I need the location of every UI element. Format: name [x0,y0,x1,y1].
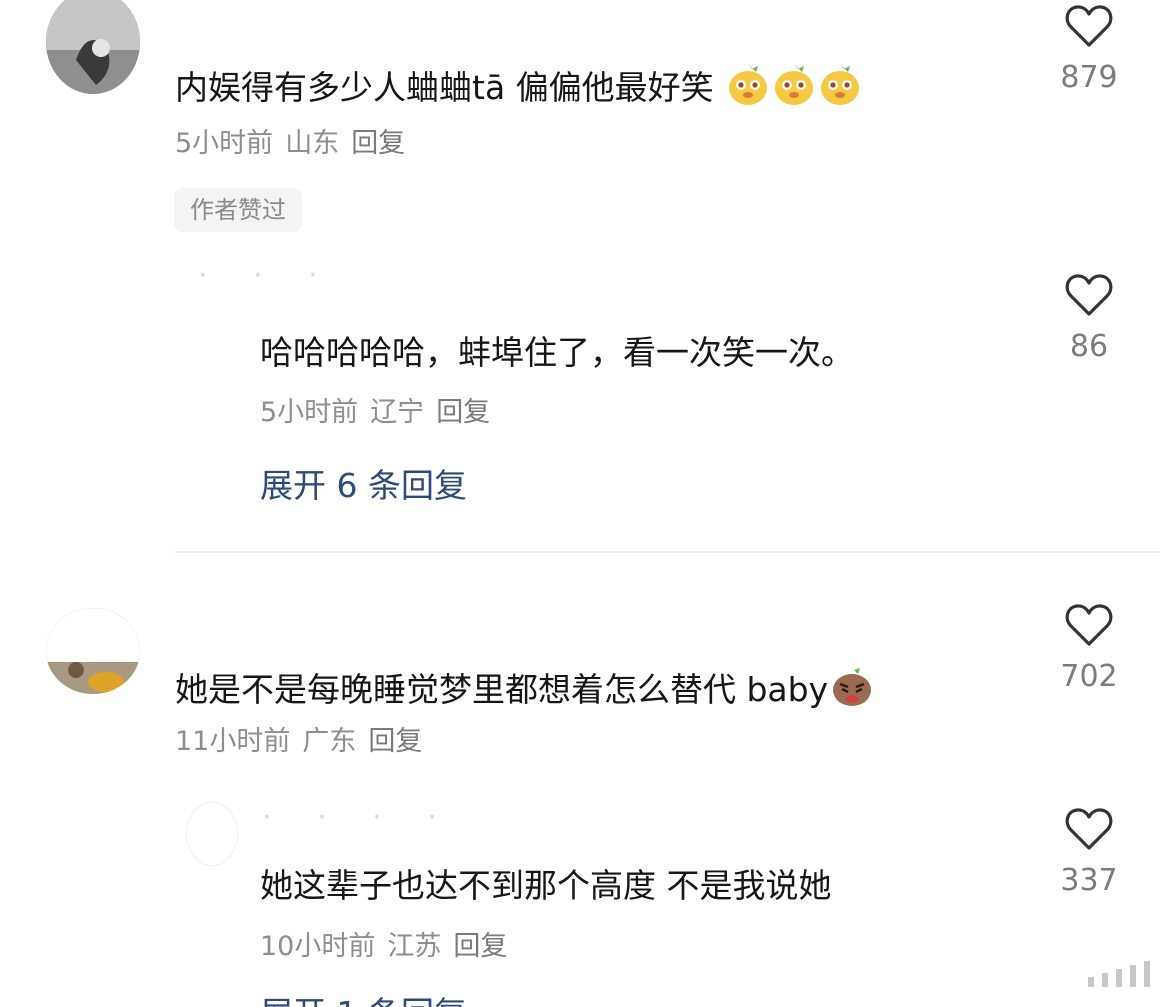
like-count: 702 [1060,659,1118,694]
like-button[interactable]: 702 [1044,603,1134,695]
author-liked-badge: 作者赞过 [174,188,302,232]
avatar-photo-icon [46,0,140,94]
bars-icon [1088,961,1150,987]
poop-face-emoji [830,662,874,717]
reply-meta: 10小时前 江苏 回复 [260,931,519,963]
like-button[interactable]: 879 [1044,4,1134,96]
comment-text-content: 她是不是每晚睡觉梦里都想着怎么替代 baby [175,670,829,709]
reply-text: 哈哈哈哈哈，蚌埠住了，看一次笑一次。 [260,333,854,372]
comment-meta: 5小时前 山东 回复 [175,128,417,160]
reply-location: 辽宁 [370,397,425,428]
heart-outline-icon [1065,604,1113,646]
reply-button[interactable]: 回复 [436,397,490,428]
avatar[interactable] [46,0,140,94]
reply-username-cutoff: · · · · [262,800,455,822]
comment-text: 内娱得有多少人蛐蛐tā 偏偏他最好笑 [175,62,862,115]
comment-text: 她是不是每晚睡觉梦里都想着怎么替代 baby [175,662,874,717]
comment-time: 11小时前 [175,726,291,757]
comment-time: 5小时前 [175,128,274,159]
like-count: 86 [1069,329,1109,364]
heart-outline-icon [1065,274,1113,316]
reply-location: 江苏 [387,931,442,962]
heart-outline-icon [1065,5,1113,47]
reply-time: 10小时前 [260,931,376,962]
reply-time: 5小时前 [260,397,359,428]
reply-meta: 5小时前 辽宁 回复 [260,397,502,429]
reply-username-cutoff: · · · [198,258,336,278]
reply-avatar[interactable] [186,802,238,866]
reply-button[interactable]: 回复 [368,726,422,757]
expand-replies-button[interactable]: 展开 1 条回复 [260,994,467,1007]
like-button[interactable]: 86 [1044,273,1134,365]
like-count: 879 [1060,60,1118,95]
like-button[interactable]: 337 [1044,807,1134,899]
comment-meta: 11小时前 广东 回复 [175,726,434,758]
reply-button[interactable]: 回复 [453,931,507,962]
reply-text: 她这辈子也达不到那个高度 不是我说她 [260,866,832,905]
divider [175,551,1160,553]
melon-face-emoji [772,62,816,115]
comment-text-content: 内娱得有多少人蛐蛐tā 偏偏他最好笑 [175,68,714,107]
melon-face-emoji [726,62,770,115]
reply-button[interactable]: 回复 [351,128,405,159]
heart-outline-icon [1065,808,1113,850]
comment-location: 山东 [285,128,340,159]
avatar[interactable] [46,608,140,694]
like-count: 337 [1060,863,1118,898]
melon-face-emoji [818,62,862,115]
avatar-photo-icon [46,608,140,694]
comment-location: 广东 [302,726,357,757]
reply-avatar[interactable] [190,276,238,330]
expand-replies-button[interactable]: 展开 6 条回复 [260,466,467,506]
